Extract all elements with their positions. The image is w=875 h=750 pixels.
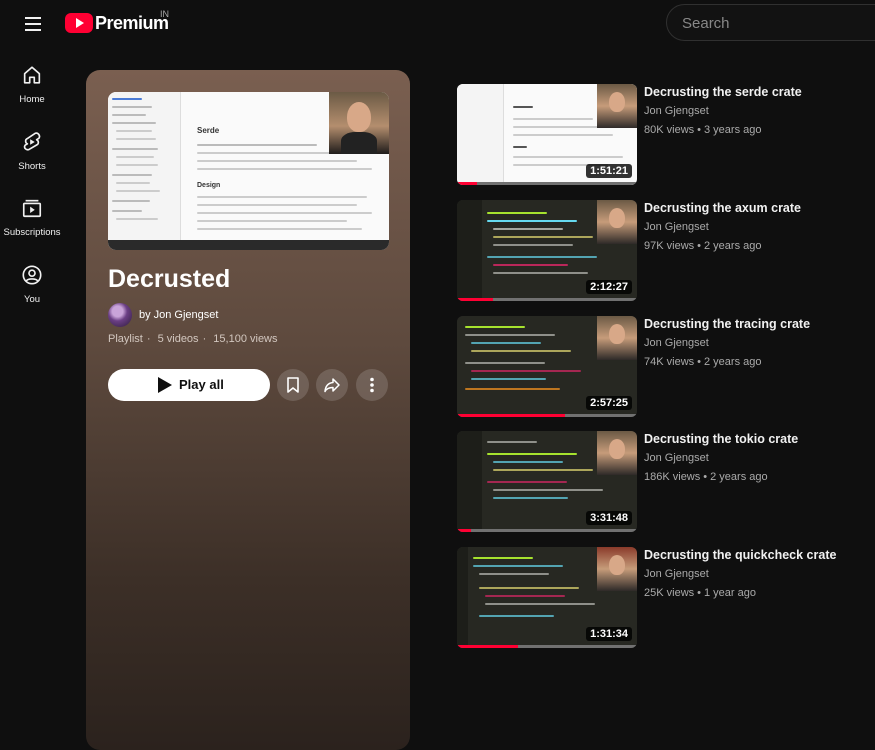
nav-label-shorts: Shorts <box>18 161 46 172</box>
playlist-meta: Playlist · 5 videos · 15,100 views <box>108 333 278 345</box>
youtube-play-icon <box>65 13 93 33</box>
hero-doc-subheading: Design <box>197 182 221 189</box>
nav-item-subscriptions[interactable]: Subscriptions <box>0 189 64 249</box>
playlist-title: Decrusted <box>108 265 231 293</box>
more-vert-icon <box>370 377 374 393</box>
video-views: 97K views <box>644 240 695 252</box>
video-thumbnail[interactable]: 1:51:21 <box>457 84 637 185</box>
bookmark-icon <box>287 377 299 393</box>
video-age: 3 years ago <box>704 124 762 136</box>
video-age: 2 years ago <box>704 240 762 252</box>
watch-progress-fill <box>457 529 472 532</box>
video-stats: 186K views • 2 years ago <box>644 471 768 483</box>
brand-label: Premium <box>95 12 169 33</box>
share-button[interactable] <box>316 369 348 401</box>
video-views: 80K views <box>644 124 695 136</box>
nav-item-home[interactable]: Home <box>0 56 64 116</box>
watch-progress-bar <box>457 529 637 532</box>
video-views: 25K views <box>644 587 695 599</box>
playlist-video-count: 5 videos <box>157 333 199 345</box>
nav-label-subscriptions: Subscriptions <box>3 227 61 238</box>
playlist-type: Playlist <box>108 333 143 345</box>
nav-label-home: Home <box>19 94 45 105</box>
menu-icon[interactable] <box>20 11 46 37</box>
duration-badge: 1:31:34 <box>586 627 632 641</box>
watch-progress-bar <box>457 298 637 301</box>
video-title[interactable]: Decrusting the tokio crate <box>644 432 864 446</box>
video-thumbnail[interactable]: 2:12:27 <box>457 200 637 301</box>
nav-item-you[interactable]: You <box>0 256 64 316</box>
video-stats: 74K views • 2 years ago <box>644 356 762 368</box>
duration-badge: 2:57:25 <box>586 396 632 410</box>
video-thumbnail[interactable]: 1:31:34 <box>457 547 637 648</box>
playlist-header-panel: Serde Design Decrusted by Jon Gjengset P… <box>86 70 410 750</box>
watch-progress-fill <box>457 414 565 417</box>
playlist-video-item[interactable]: 2:12:27 Decrusting the axum crate Jon Gj… <box>457 200 867 304</box>
nav-item-shorts[interactable]: Shorts <box>0 123 64 183</box>
youtube-premium-logo[interactable]: Premium <box>65 11 169 35</box>
shorts-icon <box>23 132 41 151</box>
home-icon <box>23 66 41 84</box>
share-icon <box>324 378 340 393</box>
video-channel[interactable]: Jon Gjengset <box>644 568 709 580</box>
playlist-views: 15,100 views <box>213 333 278 345</box>
top-bar: Premium IN <box>0 0 875 48</box>
video-age: 2 years ago <box>710 471 768 483</box>
video-views: 186K views <box>644 471 701 483</box>
video-channel[interactable]: Jon Gjengset <box>644 221 709 233</box>
playlist-video-item[interactable]: 2:57:25 Decrusting the tracing crate Jon… <box>457 316 867 420</box>
hero-doc-heading: Serde <box>197 126 220 135</box>
owner-name-link[interactable]: Jon Gjengset <box>154 309 219 321</box>
video-thumbnail[interactable]: 3:31:48 <box>457 431 637 532</box>
play-all-button[interactable]: Play all <box>108 369 270 401</box>
duration-badge: 3:31:48 <box>586 511 632 525</box>
watch-progress-fill <box>457 182 477 185</box>
duration-badge: 2:12:27 <box>586 280 632 294</box>
video-thumbnail[interactable]: 2:57:25 <box>457 316 637 417</box>
watch-progress-fill <box>457 645 519 648</box>
playlist-owner[interactable]: by Jon Gjengset <box>108 303 218 327</box>
watch-progress-bar <box>457 182 637 185</box>
duration-badge: 1:51:21 <box>586 164 632 178</box>
playlist-video-item[interactable]: 1:31:34 Decrusting the quickcheck crate … <box>457 547 867 651</box>
video-title[interactable]: Decrusting the axum crate <box>644 201 864 215</box>
playlist-video-item[interactable]: 3:31:48 Decrusting the tokio crate Jon G… <box>457 431 867 535</box>
video-title[interactable]: Decrusting the serde crate <box>644 85 864 99</box>
region-code: IN <box>160 9 169 19</box>
subscriptions-icon <box>22 199 42 218</box>
video-channel[interactable]: Jon Gjengset <box>644 337 709 349</box>
nav-label-you: You <box>23 294 41 305</box>
owner-by-label: by <box>139 309 151 321</box>
video-stats: 80K views • 3 years ago <box>644 124 762 136</box>
search-input[interactable] <box>682 13 872 33</box>
video-views: 74K views <box>644 356 695 368</box>
video-title[interactable]: Decrusting the quickcheck crate <box>644 548 864 562</box>
video-stats: 97K views • 2 years ago <box>644 240 762 252</box>
play-all-label: Play all <box>179 377 224 392</box>
avatar[interactable] <box>108 303 132 327</box>
video-channel[interactable]: Jon Gjengset <box>644 105 709 117</box>
search-box[interactable] <box>666 4 875 41</box>
play-icon <box>158 377 172 393</box>
you-icon <box>22 265 42 285</box>
playlist-hero-thumbnail[interactable]: Serde Design <box>108 92 389 250</box>
more-actions-button[interactable] <box>356 369 388 401</box>
video-age: 1 year ago <box>704 587 756 599</box>
watch-progress-fill <box>457 298 493 301</box>
video-channel[interactable]: Jon Gjengset <box>644 452 709 464</box>
watch-progress-bar <box>457 414 637 417</box>
save-playlist-button[interactable] <box>277 369 309 401</box>
video-stats: 25K views • 1 year ago <box>644 587 756 599</box>
video-age: 2 years ago <box>704 356 762 368</box>
playlist-video-item[interactable]: 1:51:21 Decrusting the serde crate Jon G… <box>457 84 867 188</box>
video-title[interactable]: Decrusting the tracing crate <box>644 317 864 331</box>
watch-progress-bar <box>457 645 637 648</box>
